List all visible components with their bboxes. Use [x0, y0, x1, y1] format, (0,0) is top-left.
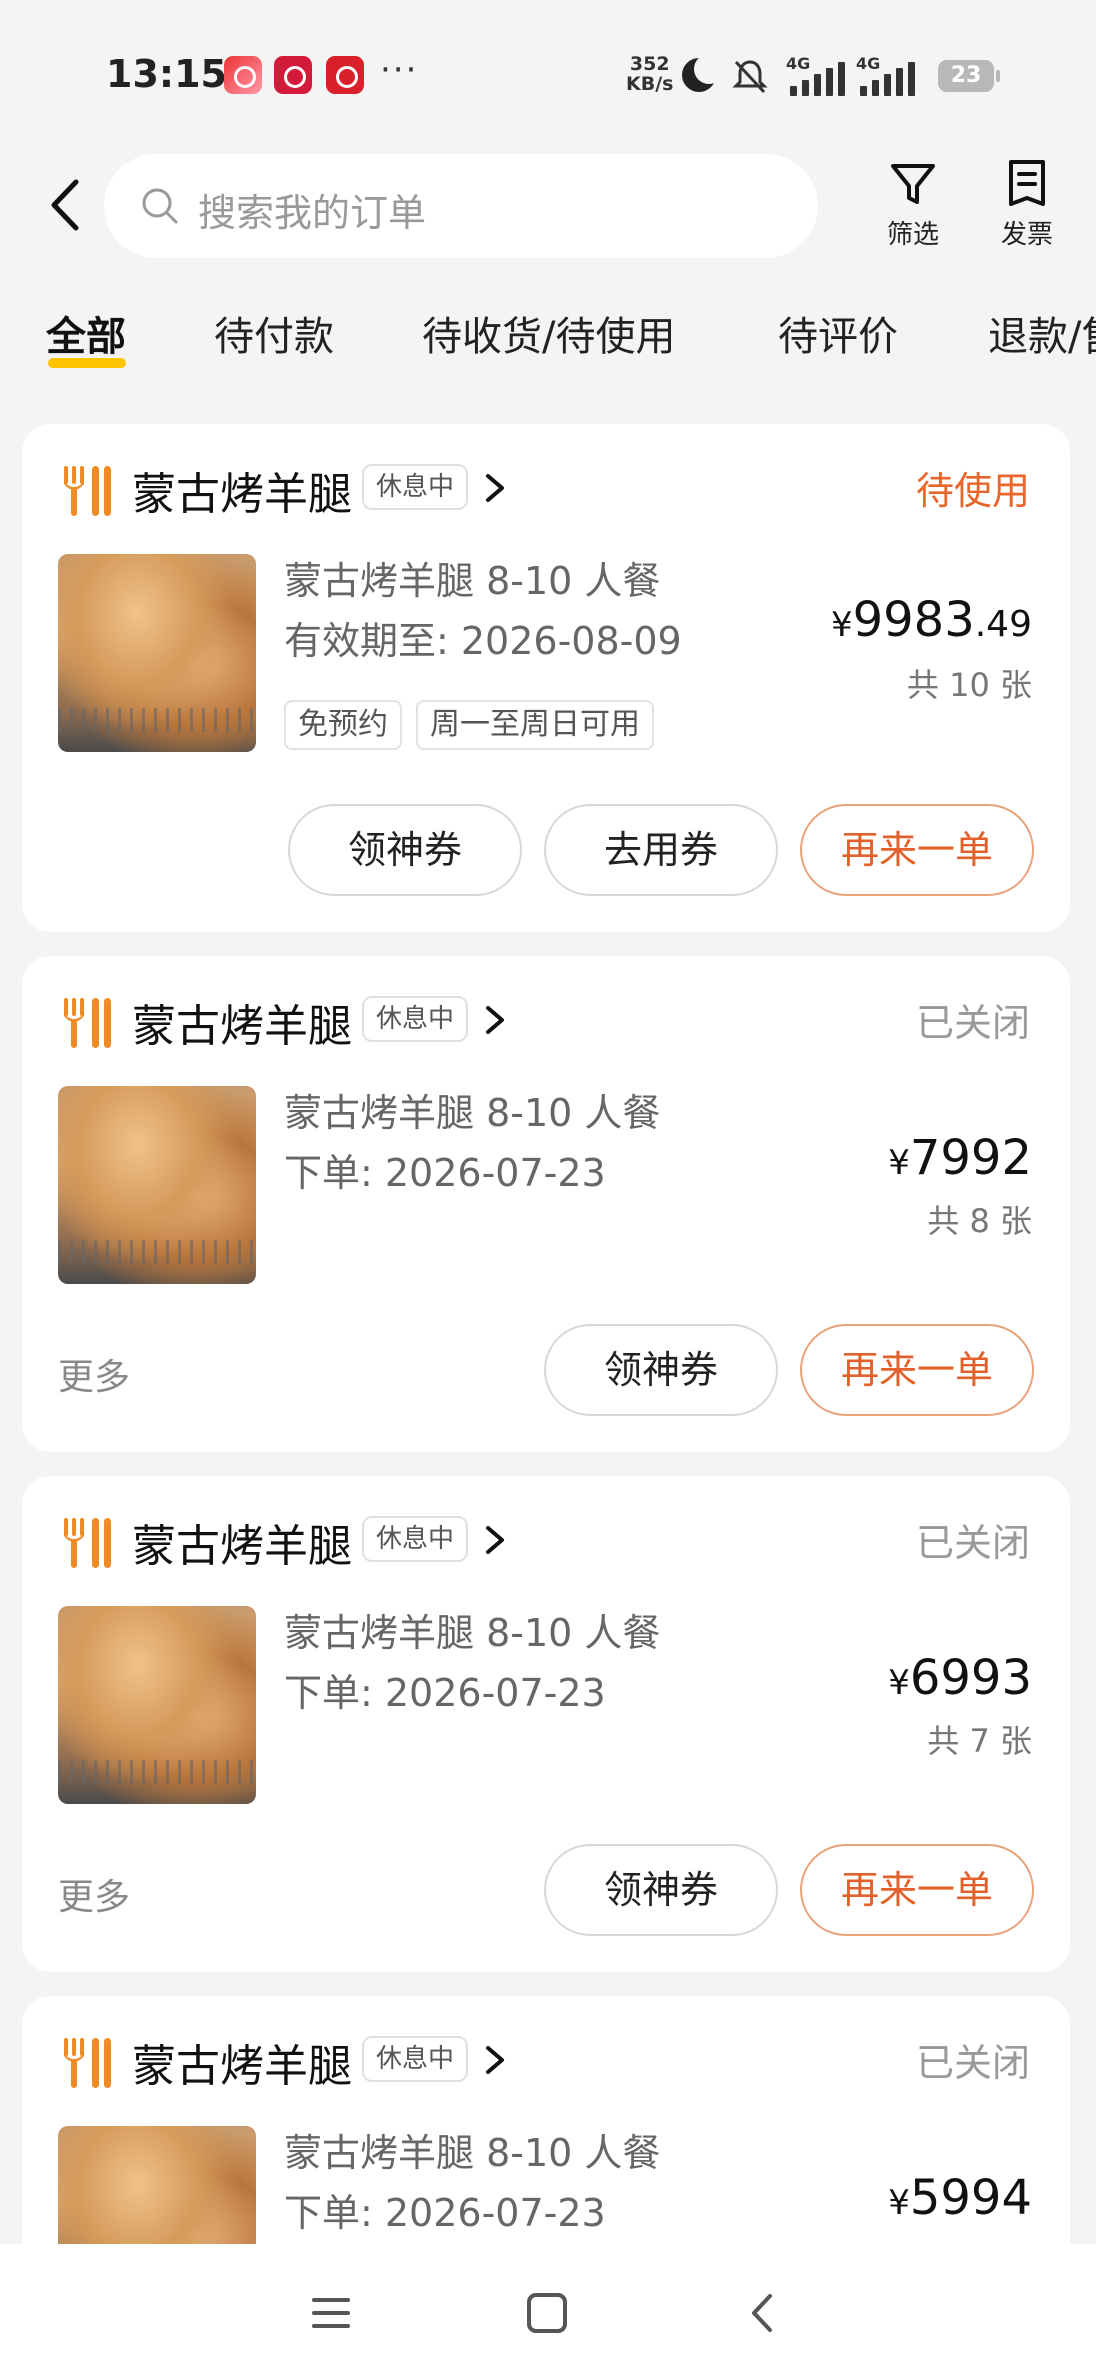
order-card[interactable]: 蒙古烤羊腿 休息中 已关闭 蒙古烤羊腿 8-10 人餐 下单: 2026-07-…	[22, 1996, 1070, 2244]
order-card[interactable]: 蒙古烤羊腿 休息中 待使用 蒙古烤羊腿 8-10 人餐 有效期至: 2026-0…	[22, 424, 1070, 932]
search-placeholder: 搜索我的订单	[198, 191, 427, 235]
shop-status-badge: 休息中	[362, 1516, 469, 1562]
reorder-button[interactable]: 再来一单	[800, 1844, 1034, 1936]
order-date: 下单: 2026-07-23	[284, 1151, 606, 1195]
item-title: 蒙古烤羊腿 8-10 人餐	[284, 559, 661, 603]
system-nav-bar	[0, 2244, 1096, 2380]
order-status: 已关闭	[915, 1521, 1030, 1565]
chevron-right-icon[interactable]	[480, 1520, 510, 1560]
invoice-icon	[1009, 160, 1045, 206]
tab-pending-payment[interactable]: 待付款	[214, 304, 334, 362]
get-coupon-button[interactable]: 领神券	[544, 1324, 778, 1416]
shop-name[interactable]: 蒙古烤羊腿	[132, 2030, 352, 2094]
signal-icon: 4G	[786, 54, 848, 96]
filter-label: 筛选	[886, 220, 939, 250]
restaurant-icon	[64, 2038, 111, 2088]
tab-to-review[interactable]: 待评价	[778, 304, 898, 362]
item-validity: 有效期至: 2026-08-09	[284, 619, 682, 663]
chevron-right-icon[interactable]	[480, 1000, 510, 1040]
order-status: 已关闭	[915, 1001, 1030, 1045]
order-card[interactable]: 蒙古烤羊腿 休息中 已关闭 蒙古烤羊腿 8-10 人餐 下单: 2026-07-…	[22, 956, 1070, 1452]
shop-name[interactable]: 蒙古烤羊腿	[132, 990, 352, 1054]
item-title: 蒙古烤羊腿 8-10 人餐	[284, 2131, 661, 2175]
order-date: 下单: 2026-07-23	[284, 2191, 606, 2235]
invoice-button[interactable]: 发票	[982, 158, 1072, 251]
home-icon[interactable]	[522, 2288, 572, 2338]
product-thumbnail[interactable]	[58, 1086, 256, 1284]
network-speed: 352 KB/s	[626, 53, 674, 95]
status-time: 13:15	[106, 52, 227, 96]
use-coupon-button[interactable]: 去用券	[544, 804, 778, 896]
chevron-right-icon[interactable]	[480, 2040, 510, 2080]
filter-button[interactable]: 筛选	[868, 158, 958, 251]
more-link[interactable]: 更多	[58, 1868, 130, 1920]
order-quantity: 共 6 张	[927, 2236, 1032, 2244]
do-not-disturb-icon	[682, 54, 724, 92]
more-link[interactable]: 更多	[58, 1348, 130, 1400]
item-tags: 免预约 周一至周日可用	[284, 700, 668, 750]
order-card[interactable]: 蒙古烤羊腿 休息中 已关闭 蒙古烤羊腿 8-10 人餐 下单: 2026-07-…	[22, 1476, 1070, 1972]
reorder-button[interactable]: 再来一单	[800, 804, 1034, 896]
product-thumbnail[interactable]	[58, 1606, 256, 1804]
order-quantity: 共 8 张	[927, 1202, 1032, 1240]
app-notification-icon	[274, 56, 312, 94]
tab-refund[interactable]: 退款/售后	[988, 304, 1096, 362]
app-notification-icon	[326, 56, 364, 94]
chevron-left-icon	[51, 179, 79, 231]
battery-icon: 23	[938, 60, 1000, 92]
order-tabs: 全部 待付款 待收货/待使用 待评价 退款/售后	[0, 296, 1096, 376]
product-thumbnail[interactable]	[58, 554, 256, 752]
order-quantity: 共 10 张	[906, 666, 1032, 704]
active-tab-indicator	[48, 358, 126, 368]
tag: 免预约	[284, 700, 402, 750]
get-coupon-button[interactable]: 领神券	[288, 804, 522, 896]
order-date: 下单: 2026-07-23	[284, 1671, 606, 1715]
back-nav-icon[interactable]	[738, 2288, 788, 2338]
order-price: ¥9983.49	[830, 592, 1032, 648]
order-price: ¥6993	[888, 1650, 1032, 1706]
product-thumbnail[interactable]	[58, 2126, 256, 2244]
shop-status-badge: 休息中	[362, 2036, 469, 2082]
order-price: ¥5994	[888, 2170, 1032, 2226]
restaurant-icon	[64, 1518, 111, 1568]
chevron-right-icon[interactable]	[480, 468, 510, 508]
restaurant-icon	[64, 466, 111, 516]
restaurant-icon	[64, 998, 111, 1048]
tab-to-receive-use[interactable]: 待收货/待使用	[422, 304, 675, 362]
menu-icon[interactable]	[306, 2288, 356, 2338]
order-price: ¥7992	[888, 1130, 1032, 1186]
reorder-button[interactable]: 再来一单	[800, 1324, 1034, 1416]
order-status: 待使用	[915, 469, 1030, 513]
tag: 周一至周日可用	[416, 700, 654, 750]
status-bar: 13:15 ··· 352 KB/s 4G 4G 23	[0, 0, 1096, 150]
item-title: 蒙古烤羊腿 8-10 人餐	[284, 1091, 661, 1135]
search-icon	[142, 188, 178, 224]
item-title: 蒙古烤羊腿 8-10 人餐	[284, 1611, 661, 1655]
invoice-label: 发票	[1000, 220, 1053, 250]
get-coupon-button[interactable]: 领神券	[544, 1844, 778, 1936]
tab-all[interactable]: 全部	[46, 304, 126, 362]
mute-icon	[730, 56, 770, 105]
search-input[interactable]: 搜索我的订单	[104, 154, 818, 258]
order-quantity: 共 7 张	[927, 1722, 1032, 1760]
shop-name[interactable]: 蒙古烤羊腿	[132, 458, 352, 522]
app-notification-icon	[224, 56, 262, 94]
filter-icon	[891, 164, 935, 204]
signal-icon: 4G	[856, 54, 918, 96]
more-notifications-icon: ···	[380, 50, 419, 90]
shop-status-badge: 休息中	[362, 996, 469, 1042]
back-button[interactable]	[40, 170, 96, 240]
shop-status-badge: 休息中	[362, 464, 469, 510]
shop-name[interactable]: 蒙古烤羊腿	[132, 1510, 352, 1574]
order-status: 已关闭	[915, 2041, 1030, 2085]
